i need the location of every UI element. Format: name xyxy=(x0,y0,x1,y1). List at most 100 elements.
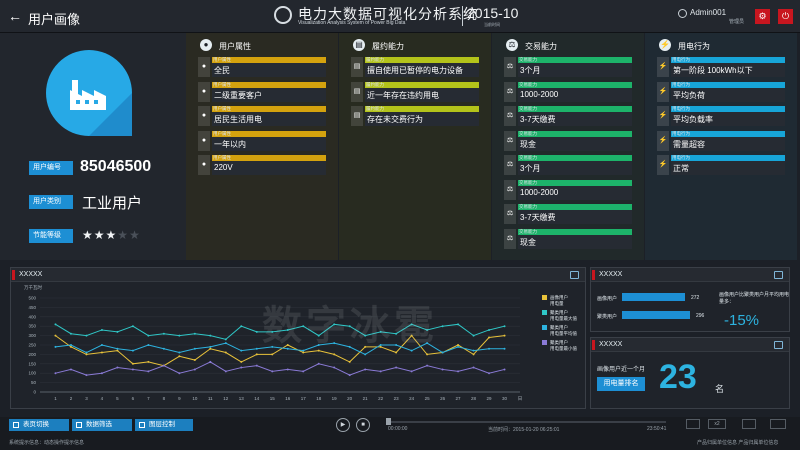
data-point xyxy=(255,353,258,356)
data-point xyxy=(178,351,181,354)
play-button[interactable]: ▶ xyxy=(336,418,350,432)
layer-control-button[interactable]: 图层控制 xyxy=(135,419,193,431)
data-point xyxy=(131,325,134,328)
x-tick-label: 3 xyxy=(85,396,88,401)
column-title: 用户属性 xyxy=(219,42,251,51)
title-divider xyxy=(462,6,463,26)
attribute-tag[interactable]: ● 用户属性 二级重要客户 xyxy=(198,81,326,102)
tag-caption: 交易能力 xyxy=(519,81,537,87)
tag-caption: 交易能力 xyxy=(519,57,537,62)
attribute-tag[interactable]: ⚡ 用电行为 平均负荷 xyxy=(657,81,785,102)
attribute-tag[interactable]: ⚖ 交易能力 3-7天缴费 xyxy=(504,204,632,224)
panel-title: XXXXX xyxy=(599,271,623,278)
timeline-track[interactable] xyxy=(386,421,666,423)
energy-rating-stars: ★★★★★ xyxy=(82,228,141,242)
tag-caption: 用电行为 xyxy=(672,106,690,111)
data-point xyxy=(193,347,196,350)
attribute-tag[interactable]: ▤ 履约能力 近一年存在违约用电 xyxy=(351,81,479,102)
scale-icon: ⚖ xyxy=(504,130,516,151)
column-header: ▤ 履约能力 xyxy=(339,39,491,55)
back-arrow-icon[interactable]: ← xyxy=(8,9,22,23)
speed-select[interactable]: x2 xyxy=(708,419,726,429)
data-point xyxy=(224,370,227,373)
x-tick-label: 23 xyxy=(394,396,400,401)
data-point xyxy=(162,332,165,335)
tag-value: 3个月 xyxy=(520,164,541,173)
attribute-tag[interactable]: ● 用户属性 居民生活用电 xyxy=(198,106,326,126)
column-1: ▤ 履约能力 ▤ 履约能力 擅自使用已暂停的电力设备 ▤ 履约能力 近一年存在违约用电 ▤ 履约能… xyxy=(339,33,491,260)
attribute-tag[interactable]: ● 用户属性 一年以内 xyxy=(198,130,326,151)
tag-value: 居民生活用电 xyxy=(214,115,262,124)
star-empty-icon: ★ xyxy=(129,228,141,242)
data-point xyxy=(69,332,72,335)
chart-icon[interactable] xyxy=(774,271,783,279)
attribute-tag[interactable]: ⚡ 用电行为 正常 xyxy=(657,155,785,175)
attribute-tag[interactable]: ⚖ 交易能力 现金 xyxy=(504,228,632,249)
tag-value: 1000-2000 xyxy=(520,89,559,99)
switch-page-button[interactable]: 表页切换 xyxy=(9,419,69,431)
tag-caption: 用户属性 xyxy=(213,57,231,62)
x-tick-label: 1 xyxy=(54,396,57,401)
attribute-tag[interactable]: ⚖ 交易能力 3个月 xyxy=(504,155,632,175)
attribute-tag[interactable]: ⚖ 交易能力 3-7天缴费 xyxy=(504,106,632,126)
rank-button[interactable]: 用电量排名 xyxy=(597,377,645,391)
attribute-tag[interactable]: ⚖ 交易能力 3个月 xyxy=(504,57,632,77)
rank-value: 23 xyxy=(659,358,697,396)
play-time: 00:00:00 xyxy=(388,426,408,432)
data-point xyxy=(193,368,196,371)
rank-unit: 名 xyxy=(715,384,725,394)
data-filter-button[interactable]: 数据筛选 xyxy=(72,419,132,431)
attribute-tag[interactable]: ▤ 履约能力 存在未交费行为 xyxy=(351,106,479,126)
timeline-handle[interactable] xyxy=(386,418,391,425)
forward-button[interactable] xyxy=(742,419,756,429)
attribute-tag[interactable]: ⚡ 用电行为 平均负载率 xyxy=(657,106,785,126)
app-subtitle: Visualization Analysis System of Power B… xyxy=(298,20,406,26)
panel-marker xyxy=(592,340,595,350)
data-point xyxy=(116,347,119,350)
header-bar: ← 用户画像 电力大数据可视化分析系统 Visualization Analys… xyxy=(0,0,800,33)
column-0: ● 用户属性 ● 用户属性 全民 ● 用户属性 二级重要客户 ● 用户属性 居民生活用电 ● 用户属性一… xyxy=(186,33,338,260)
tag-value: 平均负载率 xyxy=(673,115,713,124)
end-time: 23:50:41 xyxy=(647,426,667,432)
chart-icon[interactable] xyxy=(774,341,783,349)
data-point xyxy=(255,347,258,350)
data-point xyxy=(54,334,57,337)
settings-button[interactable]: ⚙ xyxy=(755,9,770,24)
attribute-tag[interactable]: ⚡ 用电行为 需量超容 xyxy=(657,130,785,151)
x-tick-label: 13 xyxy=(239,396,245,401)
tag-value: 现金 xyxy=(520,139,536,149)
attribute-tag[interactable]: ⚖ 交易能力 现金 xyxy=(504,130,632,151)
star-filled-icon: ★ xyxy=(82,228,94,242)
x-tick-label: 8 xyxy=(163,396,166,401)
rewind-button[interactable] xyxy=(686,419,700,429)
bar-value: 272 xyxy=(691,295,700,301)
data-point xyxy=(100,372,103,375)
fullscreen-button[interactable] xyxy=(770,419,786,429)
data-point xyxy=(193,332,196,335)
x-tick-label: 4 xyxy=(101,396,104,401)
y-tick-label: 350 xyxy=(28,324,36,329)
tag-caption: 用电行为 xyxy=(672,155,690,160)
x-tick-label: 10 xyxy=(192,396,198,401)
tag-caption: 用户属性 xyxy=(213,106,231,111)
stop-button[interactable]: ■ xyxy=(356,418,370,432)
tag-caption: 交易能力 xyxy=(519,155,537,160)
panel-title: XXXXX xyxy=(599,341,623,348)
data-point xyxy=(85,351,88,354)
tag-caption: 交易能力 xyxy=(519,228,537,234)
tag-caption: 用户属性 xyxy=(213,130,231,136)
attribute-tag[interactable]: ⚡ 用电行为 第一阶段 100kWh以下 xyxy=(657,57,785,77)
attribute-tag[interactable]: ⚖ 交易能力 1000-2000 xyxy=(504,179,632,200)
tag-caption: 交易能力 xyxy=(519,106,537,111)
attribute-tag[interactable]: ⚖ 交易能力 1000-2000 xyxy=(504,81,632,102)
attribute-tag[interactable]: ▤ 履约能力 擅自使用已暂停的电力设备 xyxy=(351,57,479,77)
x-tick-label: 25 xyxy=(425,396,431,401)
user-name[interactable]: Admin001 xyxy=(690,8,726,17)
attribute-tag[interactable]: ● 用户属性 220V xyxy=(198,155,326,175)
column-header: ⚡ 用电行为 xyxy=(645,39,797,55)
y-tick-label: 150 xyxy=(28,361,36,366)
data-point xyxy=(69,345,72,348)
attribute-tag[interactable]: ● 用户属性 全民 xyxy=(198,57,326,77)
power-button[interactable]: ⏻ xyxy=(778,9,793,24)
column-title: 交易能力 xyxy=(525,42,557,51)
